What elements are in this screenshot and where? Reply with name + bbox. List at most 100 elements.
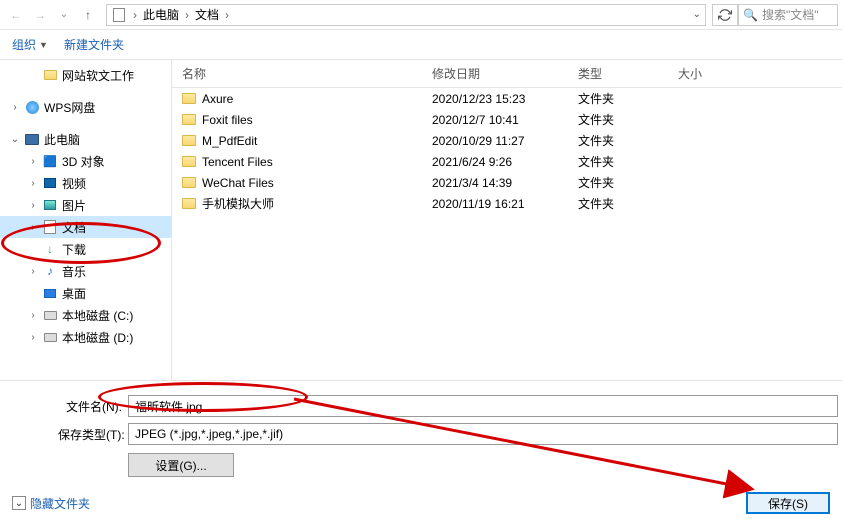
up-button[interactable]: ↑ [76, 3, 100, 27]
sidebar-item[interactable]: › 本地磁盘 (D:) [0, 326, 171, 348]
music-icon: ♪ [42, 263, 58, 279]
tree-arrow-icon: › [28, 332, 38, 343]
search-placeholder: 搜索"文档" [762, 6, 819, 23]
sidebar-item[interactable]: 桌面 [0, 282, 171, 304]
list-row[interactable]: Foxit files2020/12/7 10:41文件夹 [172, 109, 842, 130]
desk-icon [42, 285, 58, 301]
sidebar-item[interactable]: ↓下载 [0, 238, 171, 260]
caret-down-icon: ▼ [39, 40, 48, 50]
breadcrumb-segment[interactable]: 此电脑 [139, 6, 183, 23]
file-type: 文件夹 [578, 174, 678, 191]
col-date[interactable]: 修改日期 [432, 65, 578, 82]
tree-arrow-icon: › [28, 266, 38, 277]
folder-icon [42, 67, 58, 83]
file-date: 2021/3/4 14:39 [432, 176, 578, 190]
file-date: 2020/12/23 15:23 [432, 92, 578, 106]
list-header: 名称 修改日期 类型 大小 [172, 60, 842, 88]
pic-icon [42, 197, 58, 213]
search-icon: 🔍 [743, 8, 758, 22]
doc-icon [42, 219, 58, 235]
folder-icon [182, 135, 196, 146]
recent-dropdown[interactable]: ⌄ [52, 3, 76, 27]
list-row[interactable]: 手机模拟大师2020/11/19 16:21文件夹 [172, 193, 842, 214]
settings-button[interactable]: 设置(G)... [128, 453, 234, 477]
file-date: 2020/12/7 10:41 [432, 113, 578, 127]
filename-input[interactable]: 福昕软件.jpg [128, 395, 838, 417]
sidebar-item[interactable]: › 文档 [0, 216, 171, 238]
sidebar-item-label: 图片 [62, 197, 86, 214]
list-row[interactable]: M_PdfEdit 2020/10/29 11:27文件夹 [172, 130, 842, 151]
chevron-down-icon[interactable]: ⌄ [693, 9, 701, 20]
filename-label: 文件名(N): [58, 398, 128, 415]
back-button[interactable]: ← [4, 3, 28, 27]
chevron-down-icon: ⌄ [12, 496, 26, 510]
list-row[interactable]: Tencent Files 2021/6/24 9:26文件夹 [172, 151, 842, 172]
col-size[interactable]: 大小 [678, 65, 758, 82]
sidebar-item-label: 3D 对象 [62, 153, 105, 170]
tree-arrow-icon: › [28, 200, 38, 211]
monitor-icon [24, 131, 40, 147]
file-name: Tencent Files [202, 155, 273, 169]
file-type: 文件夹 [578, 153, 678, 170]
sidebar-item-label: 网站软文工作 [62, 67, 134, 84]
list-row[interactable]: WeChat Files 2021/3/4 14:39文件夹 [172, 172, 842, 193]
video-icon [42, 175, 58, 191]
folder-icon [182, 198, 196, 209]
file-type: 文件夹 [578, 90, 678, 107]
breadcrumb[interactable]: › 此电脑 › 文档 › ⌄ [106, 4, 706, 26]
tree-arrow-icon: ⌄ [10, 134, 20, 145]
sidebar-item-label: 下载 [62, 241, 86, 258]
sidebar-item-label: WPS网盘 [44, 99, 95, 116]
tree-arrow-icon: › [10, 102, 20, 113]
file-name: WeChat Files [202, 176, 274, 190]
file-type: 文件夹 [578, 132, 678, 149]
hide-folders-toggle[interactable]: ⌄ 隐藏文件夹 [12, 495, 90, 512]
document-icon [111, 7, 127, 23]
tree-arrow-icon: › [28, 178, 38, 189]
sidebar: 网站软文工作›WPS网盘⌄此电脑›🟦3D 对象›视频›图片›文档↓下载›♪音乐桌… [0, 60, 172, 380]
new-folder-button[interactable]: 新建文件夹 [64, 36, 124, 53]
sidebar-item[interactable]: ⌄此电脑 [0, 128, 171, 150]
file-name: M_PdfEdit [202, 134, 257, 148]
sidebar-item[interactable]: › 视频 [0, 172, 171, 194]
sidebar-item-label: 视频 [62, 175, 86, 192]
sidebar-item[interactable]: › ♪音乐 [0, 260, 171, 282]
sidebar-item[interactable]: › 图片 [0, 194, 171, 216]
sidebar-item-label: 本地磁盘 (D:) [62, 329, 133, 346]
file-type: 文件夹 [578, 195, 678, 212]
file-list: 名称 修改日期 类型 大小 Axure2020/12/23 15:23文件夹Fo… [172, 60, 842, 380]
folder-icon [182, 156, 196, 167]
sidebar-item-label: 桌面 [62, 285, 86, 302]
disk-icon [42, 307, 58, 323]
wps-icon [24, 99, 40, 115]
file-name: 手机模拟大师 [202, 195, 274, 212]
down-icon: ↓ [42, 241, 58, 257]
sidebar-item[interactable]: 网站软文工作 [0, 64, 171, 86]
breadcrumb-segment[interactable]: 文档 [191, 6, 223, 23]
save-button[interactable]: 保存(S) [746, 492, 830, 514]
file-date: 2020/10/29 11:27 [432, 134, 578, 148]
refresh-button[interactable] [712, 4, 738, 26]
file-date: 2021/6/24 9:26 [432, 155, 578, 169]
tree-arrow-icon: › [28, 156, 38, 167]
search-input[interactable]: 🔍 搜索"文档" [738, 4, 838, 26]
filetype-label: 保存类型(T): [58, 426, 128, 443]
list-row[interactable]: Axure 2020/12/23 15:23文件夹 [172, 88, 842, 109]
chevron-right-icon: › [131, 8, 139, 22]
col-type[interactable]: 类型 [578, 65, 678, 82]
file-name: Axure [202, 92, 233, 106]
folder-icon [182, 93, 196, 104]
forward-button[interactable]: → [28, 3, 52, 27]
sidebar-item-label: 音乐 [62, 263, 86, 280]
organize-menu[interactable]: 组织 ▼ [12, 36, 48, 53]
tree-arrow-icon: › [28, 222, 38, 233]
filetype-select[interactable]: JPEG (*.jpg,*.jpeg,*.jpe,*.jif) [128, 423, 838, 445]
folder-icon [182, 177, 196, 188]
sidebar-item-label: 本地磁盘 (C:) [62, 307, 133, 324]
tree-arrow-icon: › [28, 310, 38, 321]
sidebar-item[interactable]: ›🟦3D 对象 [0, 150, 171, 172]
sidebar-item[interactable]: › 本地磁盘 (C:) [0, 304, 171, 326]
sidebar-item[interactable]: › WPS网盘 [0, 96, 171, 118]
col-name[interactable]: 名称 [172, 65, 432, 82]
sidebar-item-label: 文档 [62, 219, 86, 236]
